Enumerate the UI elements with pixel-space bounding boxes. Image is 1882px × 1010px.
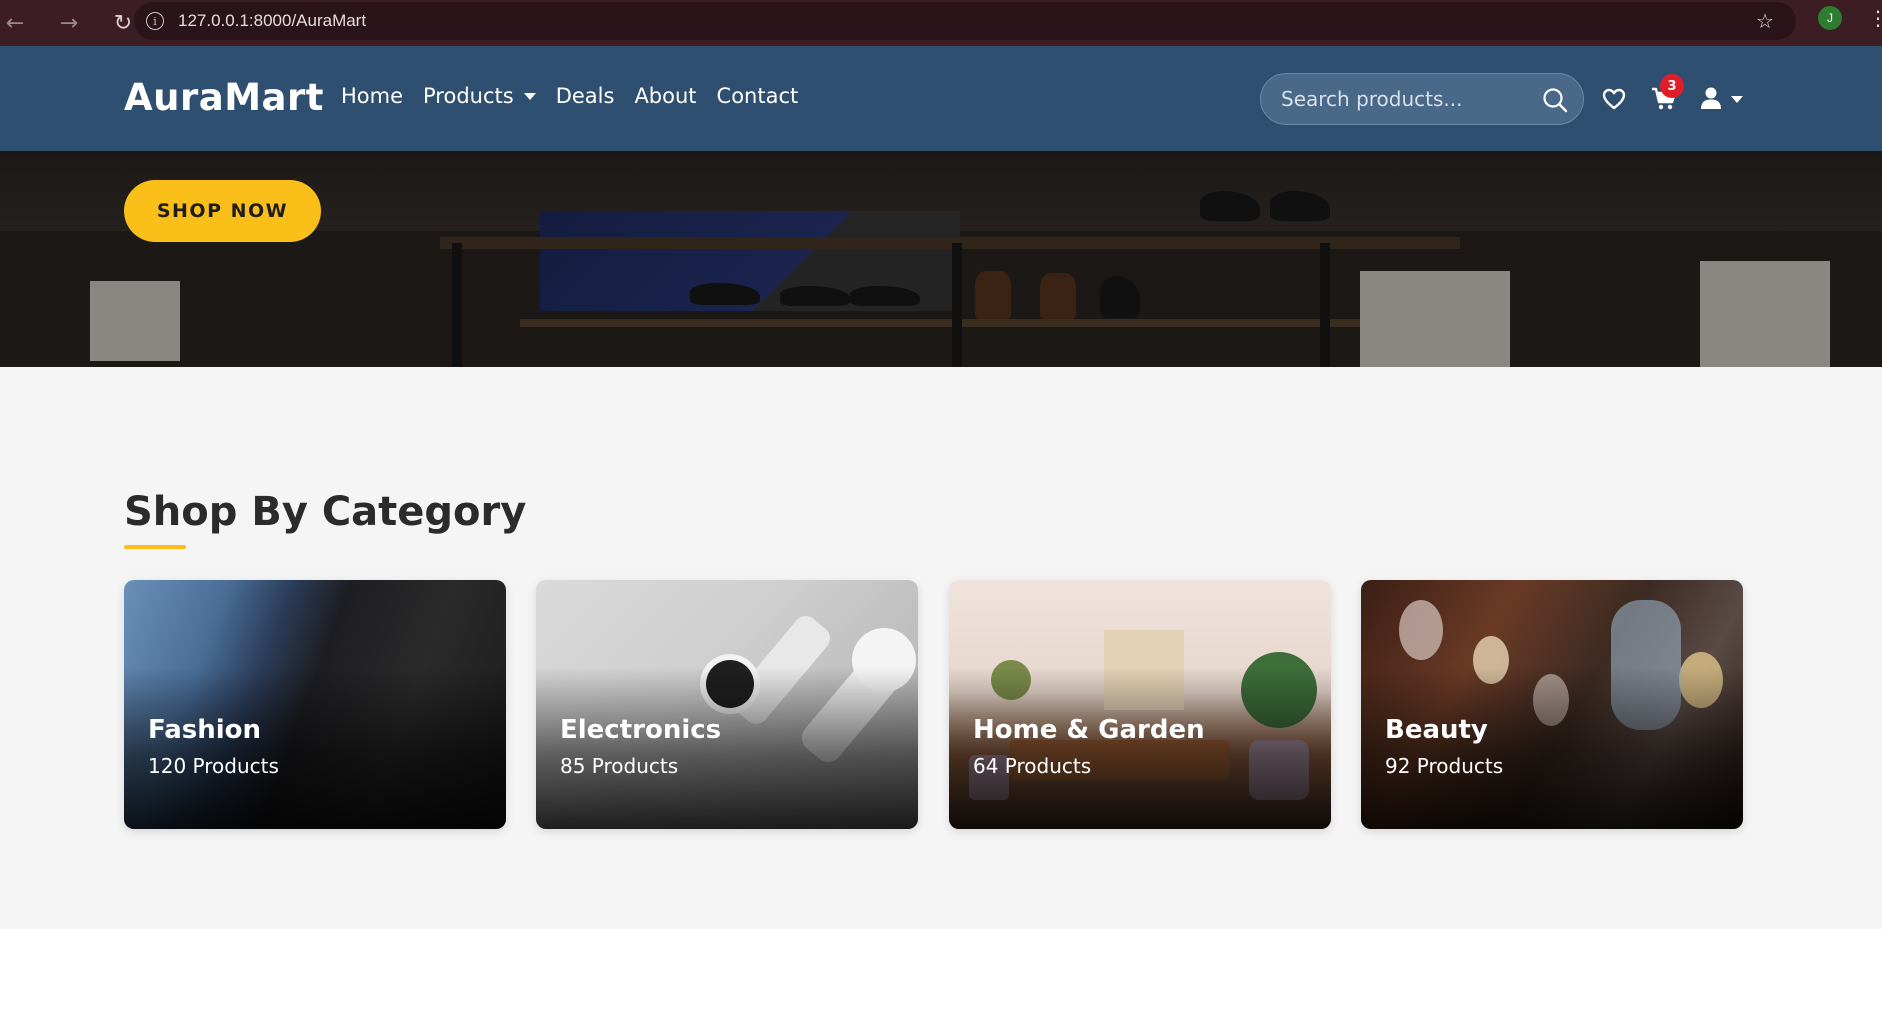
- category-card-home-garden[interactable]: Home & Garden 64 Products: [949, 580, 1331, 829]
- chevron-down-icon[interactable]: [1731, 96, 1743, 103]
- nav-deals[interactable]: Deals: [556, 84, 615, 108]
- category-count: 85 Products: [560, 754, 679, 778]
- chevron-down-icon: [523, 92, 536, 100]
- hero-banner: SHOP NOW: [0, 151, 1882, 367]
- category-section: Shop By Category Fashion 120 Products El…: [0, 367, 1882, 929]
- nav-home[interactable]: Home: [341, 84, 403, 108]
- avatar[interactable]: J: [1818, 6, 1842, 30]
- search-input[interactable]: [1281, 87, 1531, 111]
- category-name: Home & Garden: [973, 715, 1205, 745]
- category-card-beauty[interactable]: Beauty 92 Products: [1361, 580, 1743, 829]
- url-text[interactable]: 127.0.0.1:8000/AuraMart: [178, 11, 366, 31]
- site-logo[interactable]: AuraMart: [124, 76, 324, 119]
- address-bar[interactable]: i 127.0.0.1:8000/AuraMart ☆: [134, 2, 1796, 40]
- info-icon[interactable]: i: [146, 12, 164, 30]
- nav-products[interactable]: Products: [423, 84, 536, 108]
- browser-toolbar: ← → ↻ i 127.0.0.1:8000/AuraMart ☆ J ⋮: [0, 0, 1882, 46]
- forward-arrow-icon[interactable]: →: [54, 8, 84, 38]
- category-card-electronics[interactable]: Electronics 85 Products: [536, 580, 918, 829]
- back-arrow-icon[interactable]: ←: [0, 8, 30, 38]
- card-gradient: [1361, 580, 1743, 829]
- card-gradient: [124, 580, 506, 829]
- shop-now-button[interactable]: SHOP NOW: [124, 180, 321, 242]
- more-vert-icon[interactable]: ⋮: [1868, 6, 1882, 30]
- card-gradient: [536, 580, 918, 829]
- category-count: 64 Products: [973, 754, 1092, 778]
- search-icon[interactable]: [1541, 86, 1569, 114]
- nav-contact[interactable]: Contact: [717, 84, 799, 108]
- category-name: Fashion: [148, 715, 262, 745]
- category-name: Electronics: [560, 715, 722, 745]
- category-name: Beauty: [1385, 715, 1488, 745]
- title-underline: [124, 545, 186, 549]
- search-bar: [1260, 73, 1584, 125]
- heart-icon[interactable]: [1601, 86, 1627, 112]
- category-card-fashion[interactable]: Fashion 120 Products: [124, 580, 506, 829]
- card-gradient: [949, 580, 1331, 829]
- user-icon[interactable]: [1700, 86, 1722, 110]
- section-title: Shop By Category: [124, 489, 527, 535]
- nav-products-label: Products: [423, 84, 514, 108]
- main-nav: Home Products Deals About Contact: [341, 84, 818, 108]
- star-icon[interactable]: ☆: [1756, 10, 1778, 32]
- category-count: 92 Products: [1385, 754, 1504, 778]
- cart-count-badge: 3: [1660, 74, 1684, 98]
- category-count: 120 Products: [148, 754, 279, 778]
- nav-about[interactable]: About: [634, 84, 696, 108]
- site-header: AuraMart Home Products Deals About Conta…: [0, 46, 1882, 151]
